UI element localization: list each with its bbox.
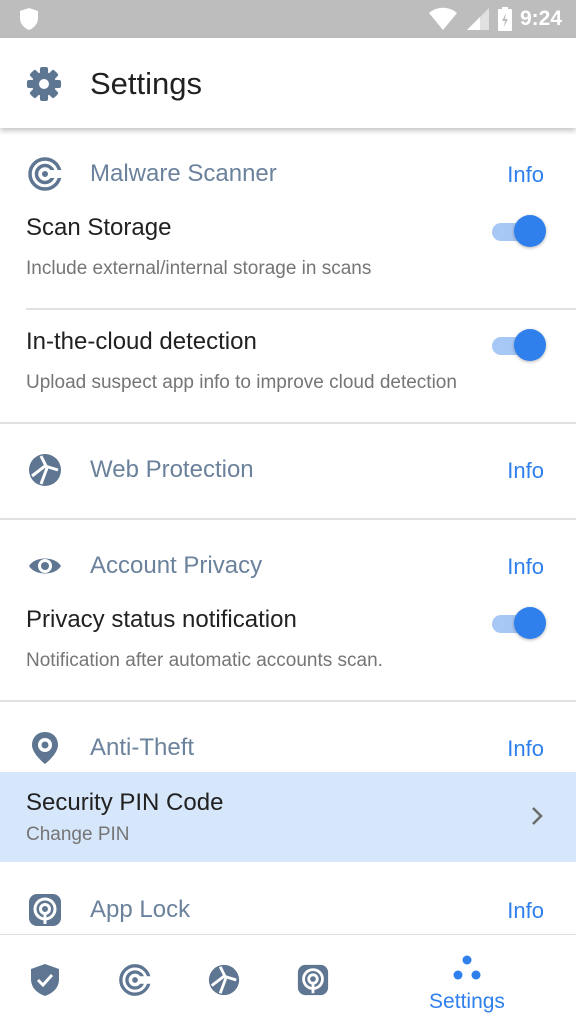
dots-icon bbox=[453, 955, 481, 980]
app-bar: Settings bbox=[0, 38, 576, 128]
setting-subtitle: Notification after automatic accounts sc… bbox=[26, 650, 383, 671]
malware-scanner-icon bbox=[119, 964, 152, 996]
web-protection-icon bbox=[29, 454, 61, 486]
nav-item-protection[interactable] bbox=[0, 935, 90, 1024]
section-header-app-lock: App Lock Info bbox=[0, 880, 576, 934]
section-divider bbox=[0, 700, 576, 702]
section-header-web-protection: Web Protection Info bbox=[0, 440, 576, 500]
setting-title: Security PIN Code bbox=[26, 789, 224, 816]
nav-item-settings[interactable]: Settings bbox=[407, 935, 527, 1024]
app-lock-icon bbox=[29, 894, 61, 926]
status-bar: 9:24 bbox=[0, 0, 576, 38]
toggle-thumb bbox=[514, 329, 546, 361]
section-title: Anti-Theft bbox=[90, 734, 195, 761]
malware-scanner-icon bbox=[28, 157, 63, 191]
setting-row-security-pin[interactable]: Security PIN Code Change PIN bbox=[0, 772, 576, 862]
section-header-account-privacy: Account Privacy Info bbox=[0, 536, 576, 596]
wifi-icon bbox=[428, 7, 457, 30]
nav-label-settings: Settings bbox=[429, 990, 505, 1013]
section-header-anti-theft: Anti-Theft Info bbox=[0, 718, 576, 778]
setting-subtitle: Include external/internal storage in sca… bbox=[26, 258, 372, 279]
cell-signal-icon bbox=[466, 8, 489, 30]
setting-subtitle: Change PIN bbox=[26, 824, 130, 845]
cloud-detection-toggle[interactable] bbox=[492, 328, 546, 362]
section-title: App Lock bbox=[90, 896, 191, 923]
location-pin-icon bbox=[32, 732, 58, 764]
page-title: Settings bbox=[90, 66, 203, 101]
nav-item-malware-scanner[interactable] bbox=[89, 935, 179, 1024]
web-protection-icon bbox=[208, 964, 240, 996]
anti-theft-info-link[interactable]: Info bbox=[507, 736, 544, 762]
malware-info-link[interactable]: Info bbox=[507, 162, 544, 188]
divider bbox=[26, 308, 576, 310]
battery-icon bbox=[497, 7, 512, 31]
section-title: Account Privacy bbox=[90, 552, 263, 579]
setting-subtitle: Upload suspect app info to improve cloud… bbox=[26, 372, 457, 393]
section-title: Malware Scanner bbox=[90, 160, 277, 187]
account-privacy-icon bbox=[29, 558, 61, 574]
toggle-thumb bbox=[514, 607, 546, 639]
status-time: 9:24 bbox=[519, 7, 562, 30]
shield-icon bbox=[31, 964, 59, 996]
section-divider bbox=[0, 422, 576, 424]
setting-row-scan-storage[interactable]: Scan Storage Include external/internal s… bbox=[0, 208, 576, 308]
section-divider bbox=[0, 518, 576, 520]
section-header-malware-scanner: Malware Scanner Info bbox=[0, 144, 576, 204]
web-protection-info-link[interactable]: Info bbox=[507, 458, 544, 484]
privacy-notification-toggle[interactable] bbox=[492, 606, 546, 640]
settings-list[interactable]: Malware Scanner Info Scan Storage Includ… bbox=[0, 128, 576, 934]
nav-item-web-protection[interactable] bbox=[178, 935, 268, 1024]
section-title: Web Protection bbox=[90, 456, 254, 483]
app-lock-icon bbox=[297, 964, 329, 996]
setting-title: Scan Storage bbox=[26, 214, 172, 241]
account-privacy-info-link[interactable]: Info bbox=[507, 554, 544, 580]
gear-icon bbox=[27, 67, 61, 101]
nav-item-app-lock[interactable] bbox=[267, 935, 357, 1024]
setting-row-privacy-notification[interactable]: Privacy status notification Notification… bbox=[0, 600, 576, 700]
chevron-right-icon bbox=[532, 807, 543, 825]
setting-row-cloud-detection[interactable]: In-the-cloud detection Upload suspect ap… bbox=[0, 322, 576, 422]
app-lock-info-link[interactable]: Info bbox=[507, 898, 544, 924]
setting-title: Privacy status notification bbox=[26, 606, 297, 633]
setting-title: In-the-cloud detection bbox=[26, 328, 257, 355]
scan-storage-toggle[interactable] bbox=[492, 214, 546, 248]
toggle-thumb bbox=[514, 215, 546, 247]
bottom-navigation: Settings bbox=[0, 934, 576, 1024]
shield-status-icon bbox=[20, 8, 38, 30]
